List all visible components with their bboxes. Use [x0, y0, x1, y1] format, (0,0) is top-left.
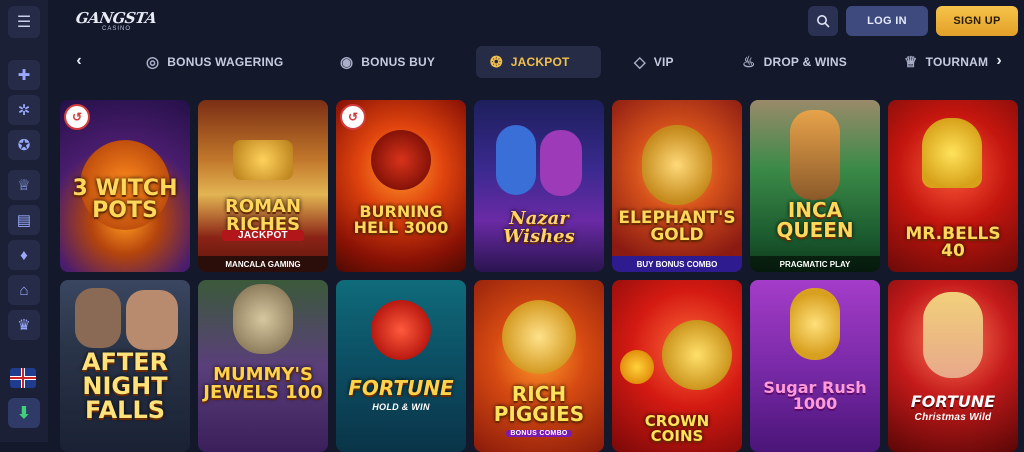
tab-label: BONUS WAGERING — [167, 55, 284, 69]
search-icon — [817, 15, 830, 28]
gift-icon[interactable]: ✚ — [8, 60, 40, 90]
tab-label: DROP & WINS — [763, 55, 847, 69]
game-title: AFTER NIGHT FALLS — [81, 348, 169, 424]
game-title: MUMMY'S JEWELS 100 — [203, 364, 323, 403]
treasure-chest-artwork — [233, 140, 293, 180]
provider-band: MANCALA GAMING — [198, 256, 328, 272]
game-card-3-witch-pots[interactable]: ↺ 3 WITCH POTS — [60, 100, 190, 272]
game-title: 3 WITCH POTS — [72, 176, 178, 223]
scroll-left-icon[interactable]: ‹ — [68, 50, 90, 72]
game-title: ROMAN RICHES — [224, 196, 302, 235]
game-card-mummys-jewels[interactable]: MUMMY'S JEWELS 100 — [198, 280, 328, 452]
bonus-buy-icon: ◉ — [340, 54, 354, 71]
tab-label: BONUS BUY — [361, 55, 436, 69]
santa-girl-artwork — [923, 292, 983, 378]
game-card-burning-hell[interactable]: ↺ BURNING HELL 3000 — [336, 100, 466, 272]
game-card-fortune-christmas[interactable]: FORTUNE Christmas Wild — [888, 280, 1018, 452]
piggy-artwork — [502, 300, 576, 374]
drop-wins-icon: ♨ — [742, 54, 756, 71]
provider-badge-icon: ↺ — [340, 104, 366, 130]
game-card-sugar-rush[interactable]: Sugar Rush 1000 — [750, 280, 880, 452]
game-title: BURNING HELL 3000 — [353, 202, 449, 237]
game-card-crown-coins[interactable]: CROWN COINS — [612, 280, 742, 452]
language-flag-uk[interactable] — [10, 368, 36, 388]
game-card-roman-riches[interactable]: ROMAN RICHES JACKPOT MANCALA GAMING — [198, 100, 328, 272]
sidebar: ☰ ✚ ✲ ✪ ♕ ▤ ♦ ⌂ ♛ ⬇ — [0, 0, 48, 442]
logo-subtext: CASINO — [102, 26, 132, 32]
provider-badge-icon: ↺ — [64, 104, 90, 130]
tab-label: VIP — [653, 55, 674, 69]
tab-label: JACKPOT — [510, 55, 570, 69]
game-subtitle: BONUS COMBO — [506, 430, 572, 437]
game-title: INCA QUEEN — [776, 198, 854, 242]
game-subtitle: HOLD & WIN — [372, 402, 430, 412]
game-card-rich-piggies[interactable]: RICH PIGGIES BONUS COMBO — [474, 280, 604, 452]
game-title: RICH PIGGIES — [493, 382, 585, 426]
logo-text: GANGSTA — [74, 9, 158, 27]
game-subtitle: JACKPOT — [222, 230, 304, 241]
logo[interactable]: GANGSTA CASINO — [75, 9, 158, 35]
mummy-artwork — [233, 284, 293, 354]
signup-button[interactable]: SIGN UP — [936, 6, 1018, 36]
category-bar: ‹ ◎ BONUS WAGERING ◉ BONUS BUY ❂ JACKPOT… — [48, 44, 1024, 80]
provider-band: PRAGMATIC PLAY — [750, 256, 880, 272]
character-artwork — [126, 290, 178, 350]
game-title: MR.BELLS 40 — [905, 224, 1001, 261]
tab-vip[interactable]: ◇ VIP — [620, 46, 688, 78]
trophy-icon[interactable]: ♕ — [8, 170, 40, 200]
diamond-icon[interactable]: ♦ — [8, 240, 40, 270]
princess-artwork — [540, 130, 582, 196]
game-title: FORTUNE — [348, 376, 454, 400]
genie-artwork — [496, 125, 536, 195]
trophy-icon: ♕ — [904, 54, 918, 71]
tab-bonus-wagering[interactable]: ◎ BONUS WAGERING — [132, 46, 297, 78]
coin-artwork — [662, 320, 732, 390]
coins-icon: ◎ — [146, 54, 160, 71]
download-icon[interactable]: ⬇ — [8, 398, 40, 428]
game-title: CROWN COINS — [644, 412, 710, 445]
character-artwork — [75, 288, 121, 348]
tab-label: TOURNAM — [925, 55, 989, 69]
game-card-mr-bells[interactable]: MR.BELLS 40 — [888, 100, 1018, 272]
hamburger-icon[interactable]: ☰ — [8, 6, 40, 38]
search-button[interactable] — [808, 6, 838, 36]
game-title: Nazar Wishes — [503, 208, 575, 247]
scroll-right-icon[interactable]: › — [988, 50, 1010, 72]
tab-jackpot[interactable]: ❂ JACKPOT — [476, 46, 601, 78]
bell-artwork — [922, 118, 982, 188]
ticket-icon[interactable]: ▤ — [8, 205, 40, 235]
game-card-after-night-falls[interactable]: AFTER NIGHT FALLS — [60, 280, 190, 452]
award-icon[interactable]: ✪ — [8, 130, 40, 160]
jackpot-icon: ❂ — [490, 54, 503, 71]
game-card-inca-queen[interactable]: INCA QUEEN PRAGMATIC PLAY — [750, 100, 880, 272]
provider-band: BUY BONUS COMBO — [612, 256, 742, 272]
lemon-artwork — [620, 350, 654, 384]
seven-artwork — [371, 300, 431, 360]
wheel-icon[interactable]: ✲ — [8, 95, 40, 125]
game-card-elephants-gold[interactable]: ELEPHANT'S GOLD BUY BONUS COMBO — [612, 100, 742, 272]
tab-tournaments[interactable]: ♕ TOURNAM — [890, 46, 1002, 78]
game-grid: ↺ 3 WITCH POTS ROMAN RICHES JACKPOT MANC… — [60, 100, 1024, 452]
game-title: Sugar Rush 1000 — [763, 378, 867, 413]
game-title: ELEPHANT'S GOLD — [618, 208, 736, 245]
elephant-artwork — [642, 125, 712, 205]
devil-artwork — [371, 130, 431, 190]
header: GANGSTA CASINO LOG IN SIGN UP — [48, 0, 1024, 42]
game-subtitle: Christmas Wild — [914, 412, 992, 423]
game-card-fortune-hold-win[interactable]: FORTUNE HOLD & WIN — [336, 280, 466, 452]
rocket-artwork — [790, 288, 840, 360]
game-card-nazar-wishes[interactable]: Nazar Wishes — [474, 100, 604, 272]
queen-artwork — [790, 110, 840, 200]
basket-icon[interactable]: ⌂ — [8, 275, 40, 305]
diamond-icon: ◇ — [634, 54, 646, 71]
tab-bonus-buy[interactable]: ◉ BONUS BUY — [326, 46, 449, 78]
tab-drop-wins[interactable]: ♨ DROP & WINS — [728, 46, 861, 78]
crown-icon[interactable]: ♛ — [8, 310, 40, 340]
game-title: FORTUNE — [910, 392, 996, 411]
login-button[interactable]: LOG IN — [846, 6, 928, 36]
